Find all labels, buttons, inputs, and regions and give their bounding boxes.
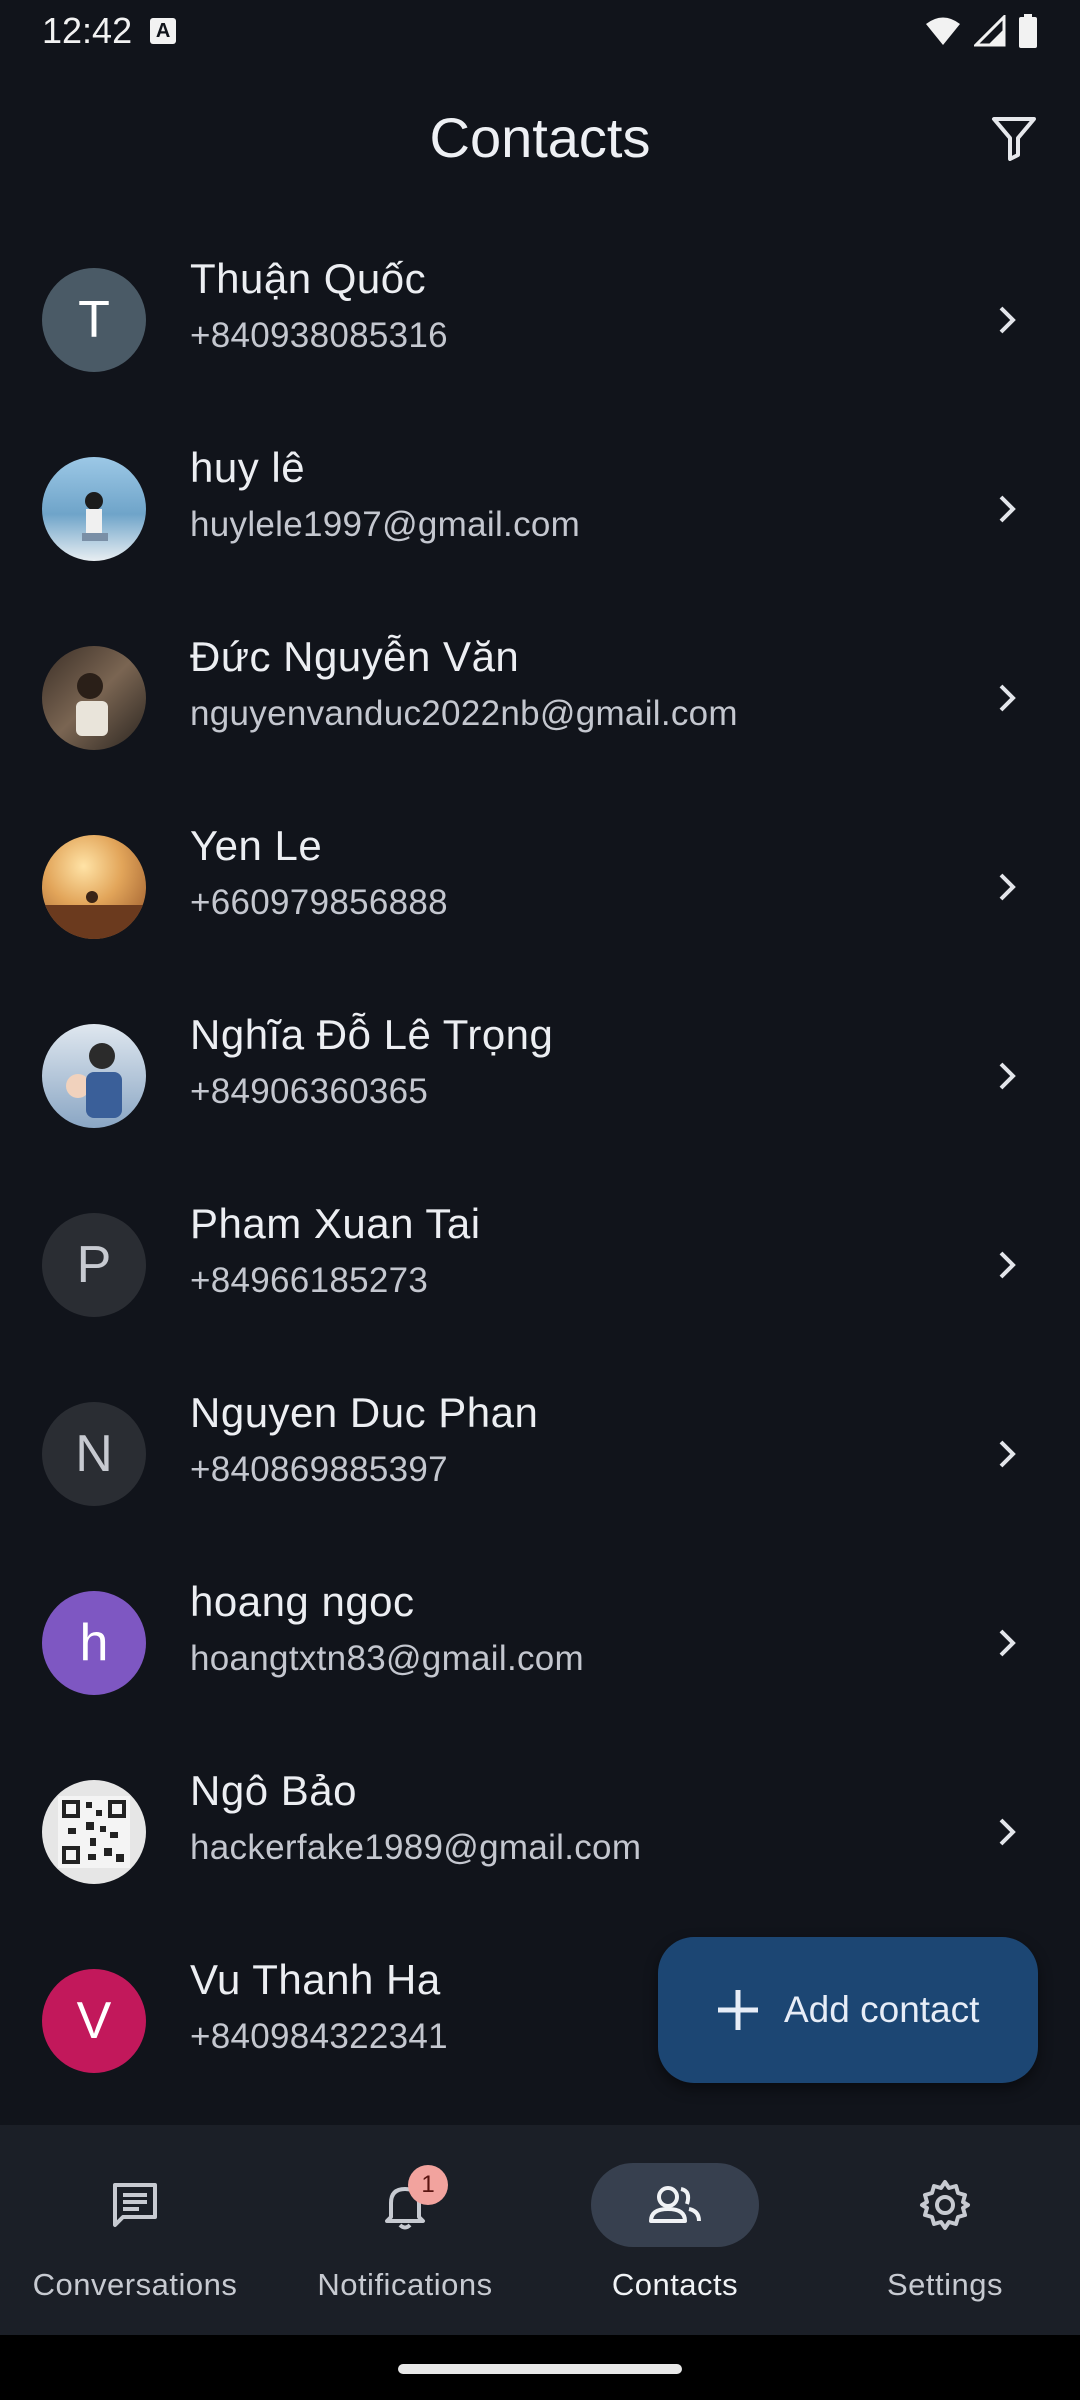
nav-pill: [321, 2163, 489, 2247]
contact-row[interactable]: Ngô Bảo hackerfake1989@gmail.com: [0, 1737, 1080, 1926]
gear-icon: [920, 2180, 970, 2230]
contact-detail: +84906360365: [190, 1072, 429, 1111]
avatar: T: [42, 267, 146, 372]
avatar-initial: T: [78, 290, 110, 349]
contact-name: Thuận Quốc: [190, 255, 427, 302]
avatar-photo: [42, 645, 146, 750]
home-gesture-bar[interactable]: [398, 2364, 682, 2374]
chevron-right-icon: [999, 1062, 1016, 1089]
nav-label-contacts: Contacts: [611, 2267, 739, 2302]
contact-detail: +84966185273: [190, 1261, 429, 1300]
contact-detail: nguyenvanduc2022nb@gmail.com: [190, 694, 738, 733]
contact-name: Đức Nguyễn Văn: [190, 633, 520, 680]
nav-pill: [51, 2163, 219, 2247]
chevron-right-icon: [999, 306, 1016, 333]
avatar-initial: P: [76, 1235, 112, 1294]
avatar-photo: [42, 1779, 146, 1884]
contact-detail: huylele1997@gmail.com: [190, 505, 581, 544]
contact-row[interactable]: huy lê huylele1997@gmail.com: [0, 414, 1080, 603]
avatar-photo: [42, 456, 146, 561]
contact-detail: hoangtxtn83@gmail.com: [190, 1639, 584, 1678]
nav-pill: [861, 2163, 1029, 2247]
avatar: h: [42, 1590, 146, 1695]
contact-row[interactable]: h hoang ngoc hoangtxtn83@gmail.com: [0, 1548, 1080, 1737]
contact-row[interactable]: T Thuận Quốc +840938085316: [0, 225, 1080, 414]
add-contact-label: Add contact: [784, 1989, 980, 2030]
nav-label-settings: Settings: [886, 2267, 1003, 2302]
avatar-initial: h: [79, 1613, 109, 1672]
contact-name: Nguyen Duc Phan: [190, 1389, 539, 1436]
chevron-right-icon: [999, 684, 1016, 711]
contact-detail: +840984322341: [190, 2017, 448, 2056]
chevron-right-icon: [999, 1818, 1016, 1845]
nav-notifications[interactable]: 1 Notifications: [270, 2125, 540, 2335]
contact-detail: +840869885397: [190, 1450, 448, 1489]
contact-row[interactable]: Đức Nguyễn Văn nguyenvanduc2022nb@gmail.…: [0, 603, 1080, 792]
keyboard-a-icon: A: [150, 18, 177, 44]
avatar: V: [42, 1968, 146, 2073]
battery-icon: [1019, 14, 1037, 48]
contact-name: Vu Thanh Ha: [190, 1956, 441, 2003]
nav-label-notifications: Notifications: [317, 2267, 493, 2302]
nav-contacts[interactable]: Contacts: [540, 2125, 810, 2335]
contact-row[interactable]: N Nguyen Duc Phan +840869885397: [0, 1359, 1080, 1548]
contact-list: T Thuận Quốc +840938085316 huy lê huylel…: [0, 225, 1080, 2115]
contact-name: Pham Xuan Tai: [190, 1200, 481, 1247]
qr-code-icon: [58, 1795, 130, 1868]
contact-row[interactable]: P Pham Xuan Tai +84966185273: [0, 1170, 1080, 1359]
chevron-right-icon: [999, 1440, 1016, 1467]
status-bar: 12:42 A: [0, 0, 1080, 62]
contact-name: hoang ngoc: [190, 1578, 415, 1625]
avatar-photo: [42, 834, 146, 939]
plus-icon: [718, 1990, 758, 2030]
avatar-initial: N: [75, 1424, 113, 1483]
contact-detail: +840938085316: [190, 316, 448, 355]
avatar: N: [42, 1401, 146, 1506]
contact-detail: +660979856888: [190, 883, 448, 922]
nav-conversations[interactable]: Conversations: [0, 2125, 270, 2335]
page-title: Contacts: [429, 105, 651, 169]
filter-button[interactable]: [978, 102, 1050, 174]
add-contact-button[interactable]: Add contact: [658, 1937, 1038, 2083]
people-icon: [649, 2186, 701, 2223]
bottom-navigation: Conversations 1 Notifications Contacts S…: [0, 2125, 1080, 2335]
notification-badge: 1: [408, 2165, 448, 2205]
filter-icon: [992, 117, 1036, 161]
cellular-signal-icon: [974, 15, 1006, 47]
chevron-right-icon: [999, 495, 1016, 522]
chevron-right-icon: [999, 873, 1016, 900]
nav-pill-active: [591, 2163, 759, 2247]
nav-label-conversations: Conversations: [32, 2267, 238, 2302]
avatar-initial: V: [76, 1991, 112, 2050]
avatar-photo: [42, 1023, 146, 1128]
wifi-icon: [926, 17, 960, 45]
chevron-right-icon: [999, 1629, 1016, 1656]
contact-row[interactable]: Yen Le +660979856888: [0, 792, 1080, 981]
contact-name: Nghĩa Đỗ Lê Trọng: [190, 1011, 554, 1058]
avatar: P: [42, 1212, 146, 1317]
chat-icon: [113, 2183, 157, 2227]
contact-name: huy lê: [190, 444, 306, 491]
chevron-right-icon: [999, 1251, 1016, 1278]
contact-row[interactable]: Nghĩa Đỗ Lê Trọng +84906360365: [0, 981, 1080, 1170]
contact-name: Yen Le: [190, 822, 323, 869]
status-time: 12:42: [42, 10, 133, 51]
contact-detail: hackerfake1989@gmail.com: [190, 1828, 642, 1867]
app-header: Contacts: [0, 62, 1080, 212]
nav-settings[interactable]: Settings: [810, 2125, 1080, 2335]
contact-name: Ngô Bảo: [190, 1767, 357, 1814]
